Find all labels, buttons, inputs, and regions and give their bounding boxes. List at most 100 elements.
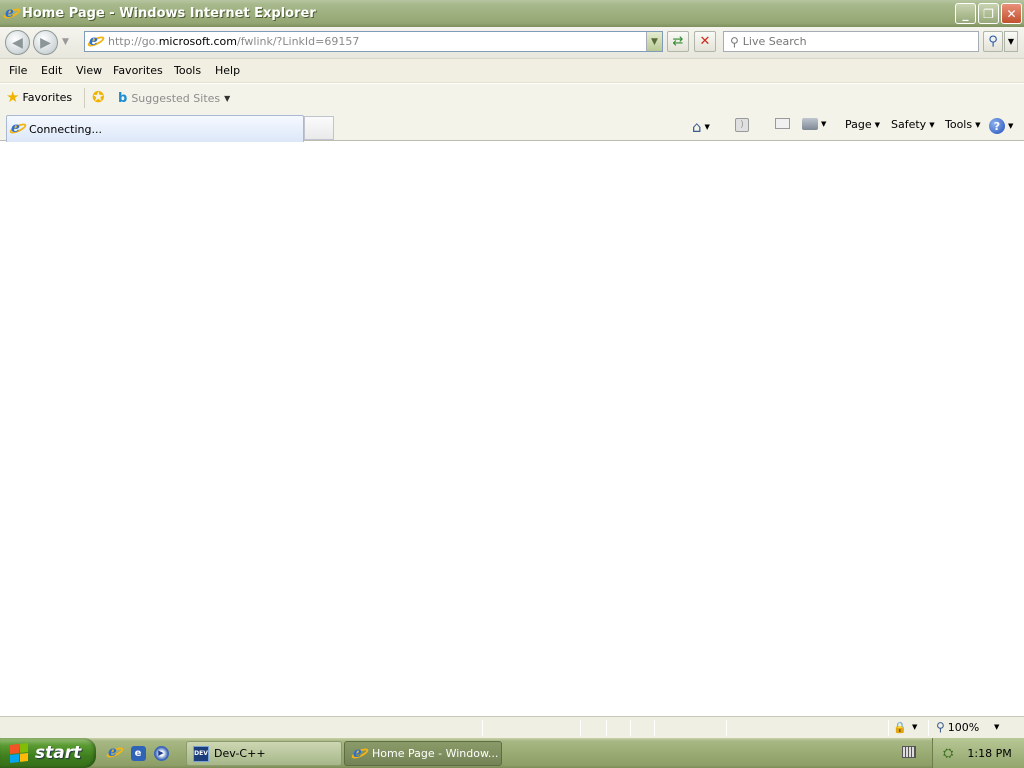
zoom-button[interactable]: ⚲ 100% <box>936 720 979 734</box>
safety-menu[interactable]: Safety ▼ <box>891 118 935 131</box>
chevron-down-icon: ▼ <box>1008 122 1014 130</box>
network-icon[interactable]: ⛭ <box>943 746 953 761</box>
status-divider <box>630 720 631 736</box>
stop-button[interactable]: ✕ <box>694 31 716 52</box>
start-label: start <box>35 743 82 763</box>
add-favorite-star-icon: ✪ <box>92 88 105 106</box>
minimize-button[interactable]: _ <box>955 3 976 24</box>
chevron-down-icon: ▼ <box>704 123 710 131</box>
search-input[interactable] <box>742 35 963 48</box>
refresh-icon: ⇄ <box>672 34 684 49</box>
favorites-bar: ★ Favorites ✪ b Suggested Sites ▼ <box>0 84 1024 112</box>
help-icon: ? <box>989 118 1005 134</box>
page-menu[interactable]: Page ▼ <box>845 118 880 131</box>
refresh-button[interactable]: ⇄ <box>667 31 689 52</box>
feeds-icon: ) <box>735 118 749 132</box>
close-button[interactable]: ✕ <box>1001 3 1022 24</box>
windows-flag-icon <box>10 743 28 763</box>
chevron-down-icon: ▼ <box>975 120 981 129</box>
page-icon: e <box>86 33 106 49</box>
internet-explorer-icon: e <box>350 745 370 761</box>
print-icon <box>802 118 818 130</box>
status-divider <box>606 720 607 736</box>
url-prefix: http://go. <box>108 35 159 48</box>
quicklaunch-browser-icon[interactable]: e <box>129 744 147 762</box>
chevron-down-icon: ▼ <box>224 94 231 103</box>
star-icon: ★ <box>6 88 20 106</box>
help-menu[interactable]: ? ▼ <box>989 118 1013 134</box>
favorites-button[interactable]: ★ Favorites <box>6 90 72 105</box>
mail-icon <box>775 118 790 129</box>
status-divider <box>580 720 581 736</box>
forward-button[interactable]: ▶ <box>33 30 58 55</box>
tools-menu-label: Tools <box>945 118 973 131</box>
address-bar[interactable]: e http://go.microsoft.com/fwlink/?LinkId… <box>84 31 663 52</box>
favorites-label: Favorites <box>22 91 73 104</box>
bing-icon: b <box>118 91 128 106</box>
quick-launch: e e ▶ <box>105 744 170 762</box>
quicklaunch-media-player-icon[interactable]: ▶ <box>152 744 170 762</box>
status-divider <box>888 720 889 736</box>
taskbar: start e e ▶ DEV Dev-C++ e Home Page - Wi… <box>0 738 1024 768</box>
taskbar-item-internet-explorer[interactable]: e Home Page - Window... <box>344 741 502 766</box>
home-icon: ⌂ <box>692 118 702 136</box>
add-to-favorites-button[interactable]: ✪ <box>92 90 105 105</box>
menu-help[interactable]: Help <box>215 64 240 77</box>
window-title: Home Page - Windows Internet Explorer <box>22 6 316 21</box>
menu-file[interactable]: File <box>9 64 27 77</box>
quicklaunch-ie-icon[interactable]: e <box>105 744 125 762</box>
title-bar[interactable]: e Home Page - Windows Internet Explorer … <box>0 0 1024 27</box>
magnifier-icon: ⚲ <box>988 34 998 49</box>
back-arrow-icon: ◀ <box>12 34 23 51</box>
recent-pages-dropdown[interactable]: ▼ <box>62 37 69 47</box>
taskbar-item-label: Home Page - Window... <box>372 747 499 760</box>
chevron-down-icon: ▼ <box>929 120 935 129</box>
status-divider <box>482 720 483 736</box>
status-divider <box>928 720 929 736</box>
system-tray: ⛭ 1:18 PM <box>932 738 1024 768</box>
menu-view[interactable]: View <box>76 64 102 77</box>
suggested-sites-button[interactable]: b Suggested Sites ▼ <box>118 91 230 106</box>
chevron-down-icon: ▼ <box>821 120 827 128</box>
status-bar: 🔒 ▼ ⚲ 100% ▼ <box>0 716 1024 738</box>
start-button[interactable]: start <box>0 738 96 768</box>
zoom-icon: ⚲ <box>936 720 945 734</box>
status-divider <box>726 720 727 736</box>
forward-arrow-icon: ▶ <box>40 34 51 51</box>
zoom-level: 100% <box>947 720 980 734</box>
tab-active[interactable]: e Connecting... <box>6 115 304 142</box>
feeds-button[interactable]: ) <box>735 118 749 132</box>
menu-tools[interactable]: Tools <box>174 64 201 77</box>
menu-edit[interactable]: Edit <box>41 64 62 77</box>
search-box[interactable]: ⚲ <box>723 31 979 52</box>
devcpp-icon: DEV <box>193 745 209 762</box>
search-button[interactable]: ⚲ <box>983 31 1003 52</box>
search-icon: ⚲ <box>730 34 739 49</box>
page-content[interactable] <box>0 142 1024 716</box>
tools-menu[interactable]: Tools ▼ <box>945 118 981 131</box>
tab-page-icon: e <box>8 120 28 136</box>
clock[interactable]: 1:18 PM <box>967 747 1011 760</box>
address-dropdown-button[interactable]: ▼ <box>646 32 662 51</box>
address-url[interactable]: http://go.microsoft.com/fwlink/?LinkId=6… <box>108 35 359 48</box>
new-tab-button[interactable] <box>304 116 334 140</box>
keyboard-icon[interactable] <box>902 746 916 758</box>
favorites-divider <box>84 88 85 108</box>
restore-button[interactable]: ❐ <box>978 3 999 24</box>
back-button[interactable]: ◀ <box>5 30 30 55</box>
taskbar-item-devcpp[interactable]: DEV Dev-C++ <box>186 741 342 766</box>
status-divider <box>654 720 655 736</box>
zoom-dropdown-icon[interactable]: ▼ <box>994 723 999 731</box>
taskbar-item-label: Dev-C++ <box>214 747 266 760</box>
print-button[interactable]: ▼ <box>802 118 826 130</box>
menu-favorites[interactable]: Favorites <box>113 64 163 77</box>
url-path: /fwlink/?LinkId=69157 <box>237 35 360 48</box>
chevron-down-icon[interactable]: ▼ <box>912 723 917 731</box>
safety-menu-label: Safety <box>891 118 927 131</box>
search-options-dropdown[interactable]: ▼ <box>1004 31 1018 52</box>
read-mail-button[interactable] <box>775 118 790 129</box>
protected-mode-icon[interactable]: 🔒 <box>893 721 907 734</box>
home-button[interactable]: ⌂ ▼ <box>692 118 710 136</box>
chevron-down-icon: ▼ <box>874 120 881 129</box>
internet-explorer-icon: e <box>2 5 22 21</box>
